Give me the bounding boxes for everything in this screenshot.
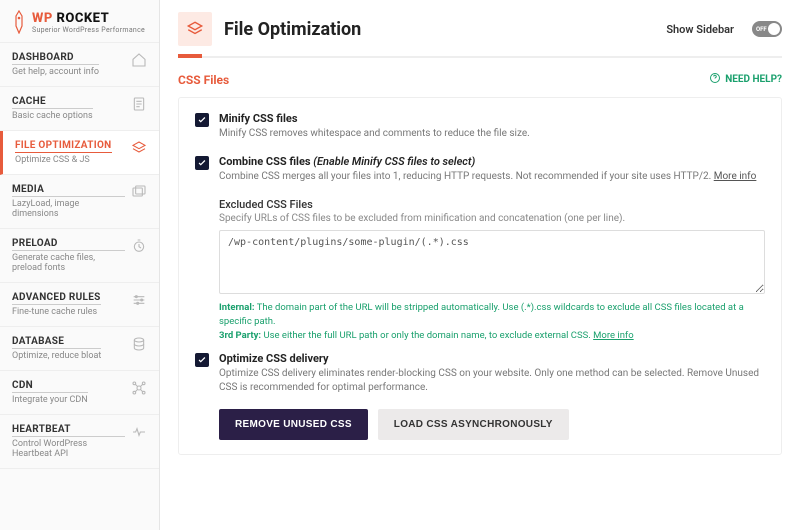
tab-indicator — [178, 56, 782, 58]
minify-title: Minify CSS files — [219, 112, 765, 125]
topbar: File Optimization Show Sidebar OFF — [160, 0, 800, 46]
sidebar-nav: DASHBOARDGet help, account info CACHEBas… — [0, 43, 159, 530]
brand-suffix: ROCKET — [53, 11, 109, 26]
sidebar: WP ROCKET Superior WordPress Performance… — [0, 0, 160, 530]
show-sidebar-toggle[interactable]: OFF — [752, 21, 782, 37]
remove-unused-css-button[interactable]: REMOVE UNUSED CSS — [219, 409, 368, 440]
main-content: File Optimization Show Sidebar OFF CSS F… — [160, 0, 800, 530]
combine-css-checkbox[interactable] — [195, 156, 209, 170]
sidebar-item-dashboard[interactable]: DASHBOARDGet help, account info — [0, 43, 159, 87]
need-help-link[interactable]: NEED HELP? — [709, 72, 782, 87]
excluded-more-info-link[interactable]: More info — [593, 330, 634, 341]
show-sidebar-label: Show Sidebar — [666, 23, 734, 36]
optimize-desc: Optimize CSS delivery eliminates render-… — [219, 367, 765, 395]
excluded-css-field: Excluded CSS Files Specify URLs of CSS f… — [219, 198, 765, 342]
option-minify-css: Minify CSS files Minify CSS removes whit… — [195, 112, 765, 141]
option-combine-css: Combine CSS files (Enable Minify CSS fil… — [195, 155, 765, 184]
images-icon — [131, 184, 147, 203]
database-icon — [131, 336, 147, 355]
minify-css-checkbox[interactable] — [195, 113, 209, 127]
sliders-icon — [131, 292, 147, 311]
brand-tagline: Superior WordPress Performance — [32, 26, 145, 34]
heartbeat-icon — [131, 424, 147, 443]
css-files-panel: Minify CSS files Minify CSS removes whit… — [178, 97, 782, 455]
section-title: CSS Files — [178, 73, 229, 87]
sidebar-item-media[interactable]: MEDIALazyLoad, image dimensions — [0, 175, 159, 229]
excluded-css-textarea[interactable]: /wp-content/plugins/some-plugin/(.*).css — [219, 230, 765, 294]
layers-icon — [131, 140, 147, 159]
combine-hint: (Enable Minify CSS files to select) — [313, 155, 475, 168]
combine-title: Combine CSS files — [219, 155, 313, 168]
sidebar-item-preload[interactable]: PRELOADGenerate cache files, preload fon… — [0, 229, 159, 283]
sidebar-item-heartbeat[interactable]: HEARTBEATControl WordPress Heartbeat API — [0, 415, 159, 469]
network-icon — [131, 380, 147, 399]
combine-more-info-link[interactable]: More info — [714, 171, 757, 182]
optimize-title: Optimize CSS delivery — [219, 352, 765, 365]
home-icon — [131, 52, 147, 71]
sidebar-item-cache[interactable]: CACHEBasic cache options — [0, 87, 159, 131]
layers-icon — [178, 12, 212, 46]
load-css-async-button[interactable]: LOAD CSS ASYNCHRONOUSLY — [378, 409, 569, 440]
timer-icon — [131, 238, 147, 257]
sidebar-item-cdn[interactable]: CDNIntegrate your CDN — [0, 371, 159, 415]
content-scroll: CSS Files NEED HELP? Minify CSS files Mi… — [160, 58, 800, 530]
sidebar-item-advanced-rules[interactable]: ADVANCED RULESFine-tune cache rules — [0, 283, 159, 327]
page-icon — [131, 96, 147, 115]
excluded-label: Excluded CSS Files — [219, 198, 765, 211]
page-title: File Optimization — [224, 19, 361, 40]
brand-prefix: WP — [32, 11, 53, 26]
optimize-css-checkbox[interactable] — [195, 353, 209, 367]
sidebar-item-database[interactable]: DATABASEOptimize, reduce bloat — [0, 327, 159, 371]
sidebar-item-file-optimization[interactable]: FILE OPTIMIZATIONOptimize CSS & JS — [0, 131, 159, 175]
minify-desc: Minify CSS removes whitespace and commen… — [219, 127, 765, 141]
help-icon — [709, 72, 721, 87]
excluded-desc: Specify URLs of CSS files to be excluded… — [219, 213, 765, 224]
excluded-notes: Internal: The domain part of the URL wil… — [219, 301, 765, 342]
brand-logo: WP ROCKET Superior WordPress Performance — [0, 0, 159, 43]
combine-desc: Combine CSS merges all your files into 1… — [219, 171, 714, 182]
rocket-icon — [12, 10, 26, 34]
option-optimize-css-delivery: Optimize CSS delivery Optimize CSS deliv… — [195, 352, 765, 395]
